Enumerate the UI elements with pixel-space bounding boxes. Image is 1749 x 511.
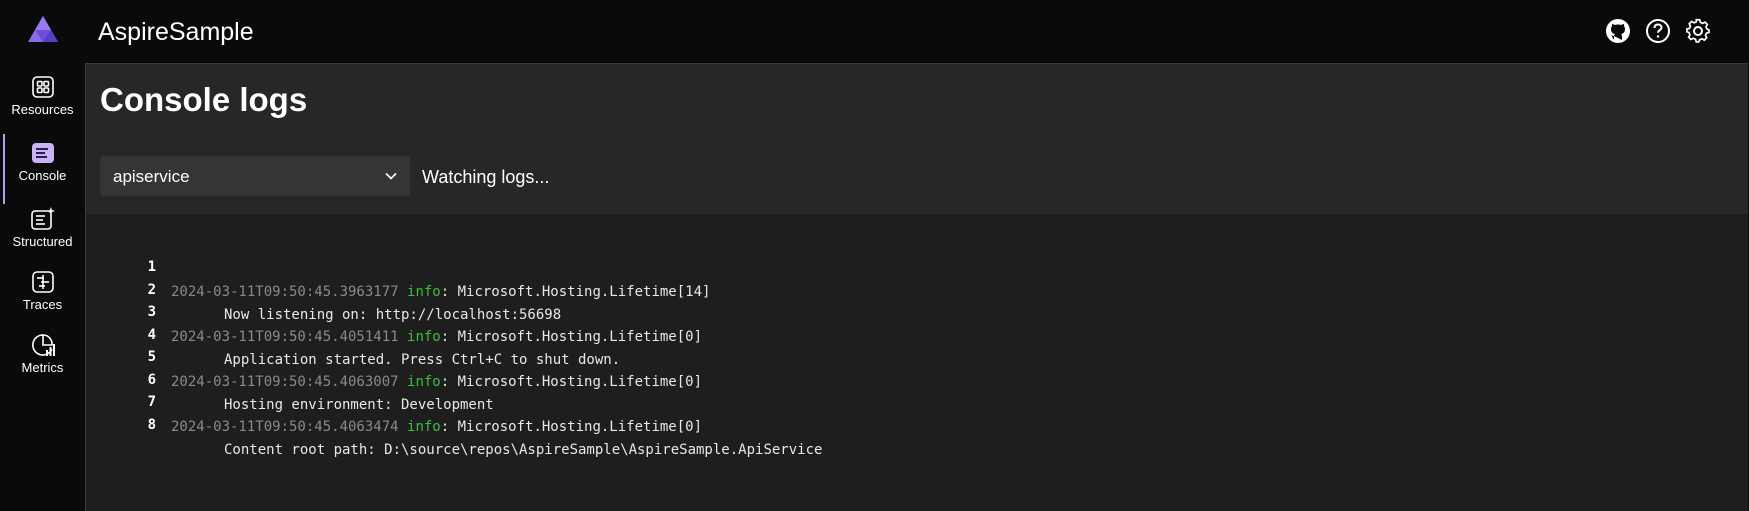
github-icon[interactable] <box>1603 16 1633 46</box>
log-viewer[interactable]: 1 2024-03-11T09:50:45.3963177 info: Micr… <box>86 214 1748 511</box>
log-message: Content root path: D:\source\repos\Aspir… <box>224 441 823 458</box>
nav-rail: Resources Console Structured Traces Metr… <box>0 0 85 510</box>
page-header: Console logs apiservice Watching logs... <box>86 64 1748 214</box>
metrics-icon <box>30 332 56 358</box>
log-line: 1 2024-03-11T09:50:45.3963177 info: Micr… <box>86 230 1746 300</box>
resource-select-value: apiservice <box>113 167 190 186</box>
resource-select[interactable]: apiservice <box>100 156 410 196</box>
chevron-down-icon <box>384 169 398 183</box>
nav-item-resources[interactable]: Resources <box>0 66 85 130</box>
log-status-text: Watching logs... <box>422 167 550 187</box>
log-message: : Microsoft.Hosting.Lifetime[0] <box>440 419 703 435</box>
nav-item-structured[interactable]: Structured <box>0 198 85 262</box>
nav-item-label: Structured <box>12 234 73 249</box>
structured-logs-icon <box>30 206 56 232</box>
line-number: 8 <box>147 416 156 433</box>
console-icon <box>30 140 56 166</box>
log-line: 2 Now listening on: http://localhost:566… <box>86 253 1746 323</box>
log-line: 5 2024-03-11T09:50:45.4063007 info: Micr… <box>86 320 1746 390</box>
nav-item-label: Traces <box>22 297 63 312</box>
help-icon[interactable] <box>1643 16 1673 46</box>
nav-item-metrics[interactable]: Metrics <box>0 324 85 388</box>
settings-icon[interactable] <box>1683 16 1713 46</box>
log-entry: 2024-03-11T09:50:45.4063474 info: Micros… <box>171 415 702 440</box>
resources-grid-icon <box>30 74 56 100</box>
nav-item-traces[interactable]: Traces <box>0 261 85 325</box>
log-timestamp: 2024-03-11T09:50:45.4063474 <box>171 419 399 435</box>
aspire-logo-icon[interactable] <box>26 14 60 44</box>
log-line: 3 2024-03-11T09:50:45.4051411 info: Micr… <box>86 275 1746 345</box>
page-title: Console logs <box>100 81 308 118</box>
nav-item-label: Console <box>18 168 67 183</box>
main-panel: Console logs apiservice Watching logs...… <box>85 63 1748 511</box>
log-line: 4 Application started. Press Ctrl+C to s… <box>86 298 1746 368</box>
app-title[interactable]: AspireSample <box>98 18 254 47</box>
log-level: info <box>407 419 441 435</box>
nav-item-console[interactable]: Console <box>0 132 85 204</box>
log-line: 7 2024-03-11T09:50:45.4063474 info: Micr… <box>86 365 1746 435</box>
log-line: 6 Hosting environment: Development <box>86 343 1746 413</box>
nav-item-label: Metrics <box>21 360 64 375</box>
log-line: 8 Content root path: D:\source\repos\Asp… <box>86 388 1746 458</box>
traces-icon <box>30 269 56 295</box>
nav-item-label: Resources <box>11 102 74 117</box>
